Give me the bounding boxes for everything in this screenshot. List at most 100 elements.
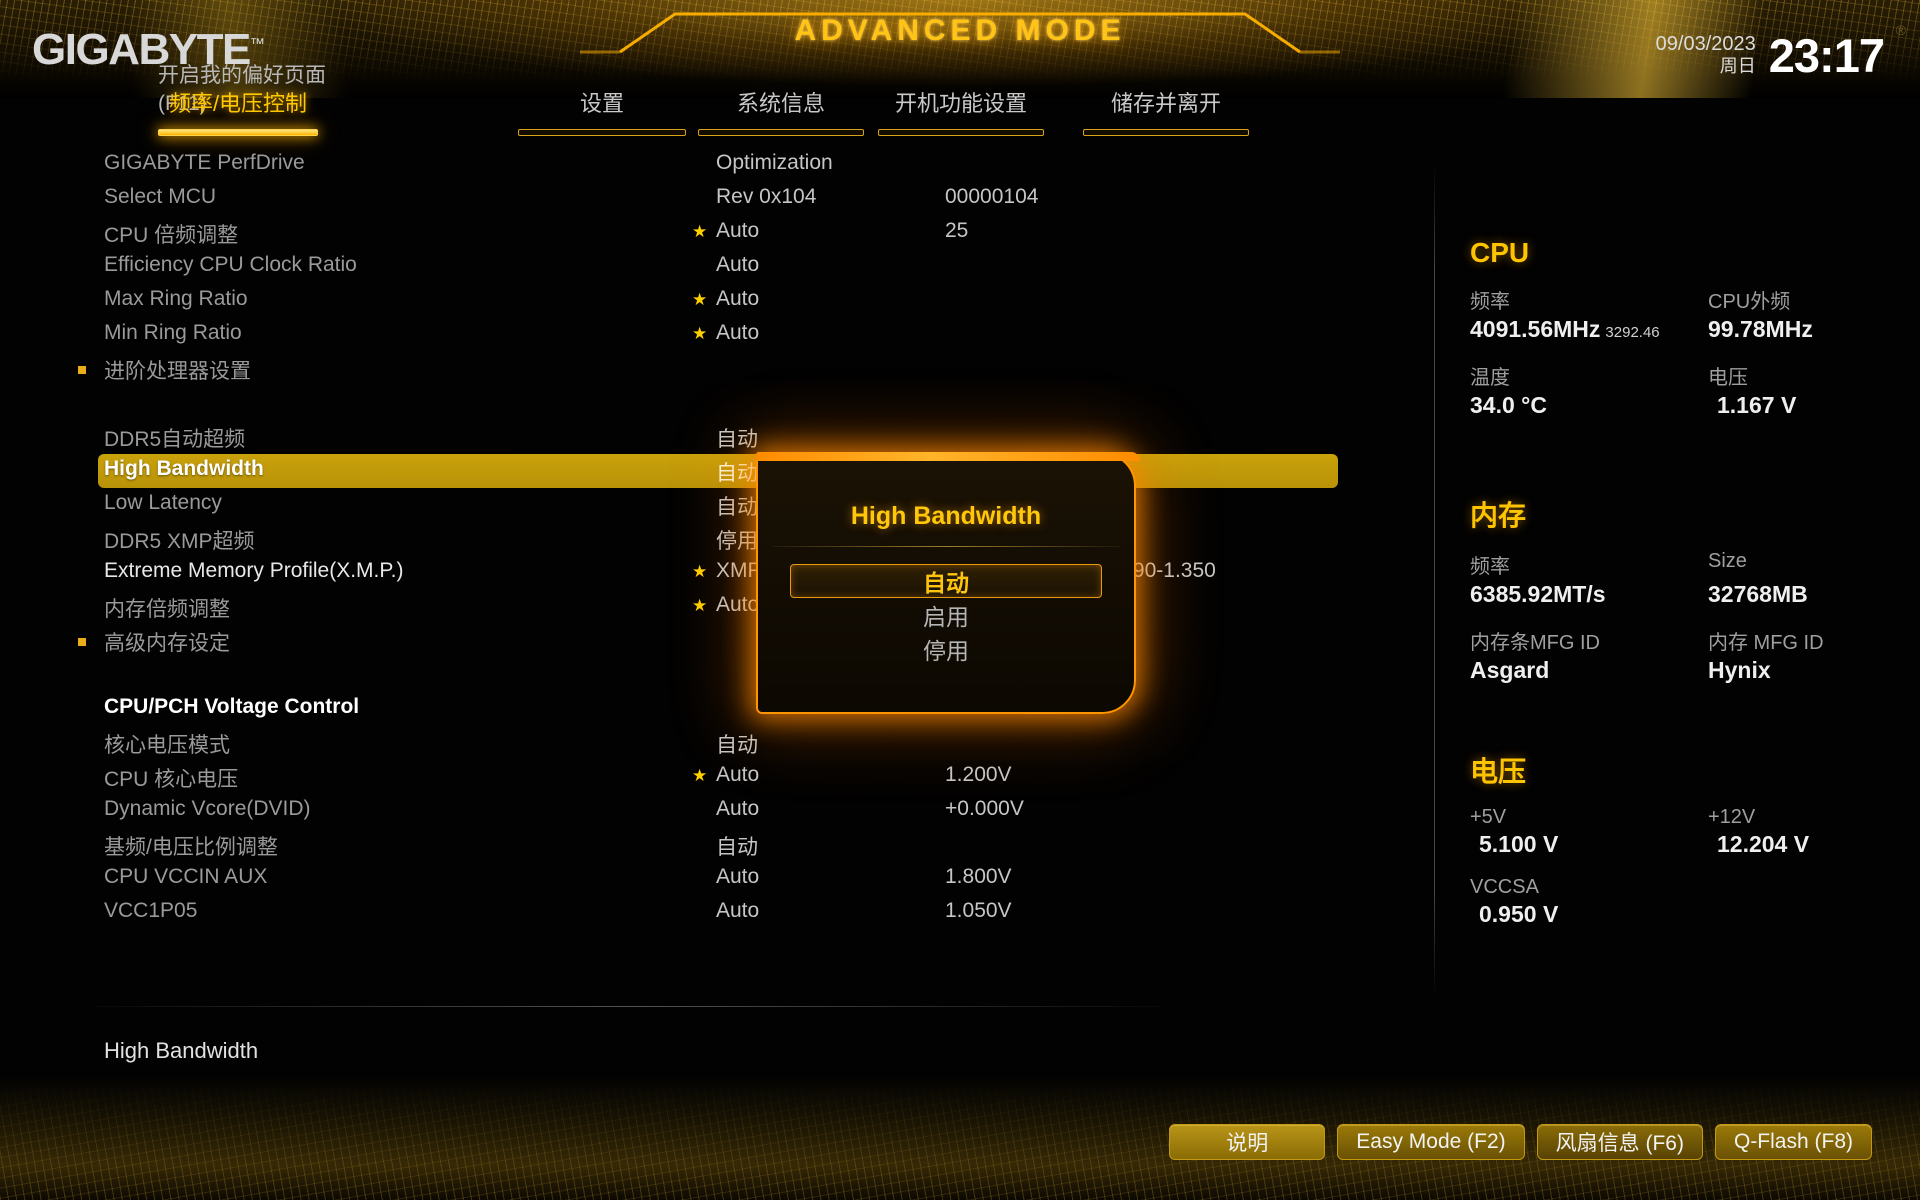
info-value: 32768MB	[1708, 581, 1808, 607]
settings-row-label: 基频/电压比例调整	[104, 836, 278, 859]
tab-label: 开机功能设置	[894, 91, 1027, 116]
tab-underline	[878, 129, 1044, 136]
settings-row-label: VCC1P05	[104, 899, 198, 922]
info-key: +12V	[1708, 806, 1756, 828]
settings-row[interactable]: 基频/电压比例调整 自动	[0, 828, 1180, 862]
tab-label: 储存并离开	[1110, 91, 1221, 116]
preference-underline-slot	[158, 86, 318, 136]
settings-row-value[interactable]: Optimization	[716, 151, 833, 175]
info-key: VCCSA	[1470, 876, 1539, 898]
settings-row-value[interactable]: 停用	[716, 525, 758, 555]
settings-row[interactable]: Select MCU Rev 0x104 00000104	[0, 182, 1180, 216]
settings-row[interactable]: CPU VCCIN AUX Auto 1.800V	[0, 862, 1180, 896]
settings-row-selected[interactable]: High Bandwidth 自动	[98, 454, 1338, 488]
settings-row-label: Efficiency CPU Clock Ratio	[104, 253, 357, 276]
info-value: 34.0 °C	[1470, 392, 1708, 429]
info-value-secondary: 3292.46	[1605, 324, 1660, 341]
settings-row[interactable]: Min Ring Ratio ★ Auto	[0, 318, 1180, 352]
settings-row-value[interactable]: 自动	[716, 491, 758, 521]
settings-row-value[interactable]: Auto	[716, 287, 759, 311]
page-title: ADVANCED MODE	[794, 14, 1126, 47]
dialog-option[interactable]: 停用	[790, 632, 1102, 666]
settings-row[interactable]: Dynamic Vcore(DVID) Auto +0.000V	[0, 794, 1180, 828]
settings-row-label: High Bandwidth	[104, 457, 264, 480]
settings-row-detail: +0.000V	[945, 797, 1024, 820]
tab-label: 系统信息	[736, 91, 825, 116]
info-key: Size	[1708, 550, 1747, 572]
settings-row-value[interactable]: 自动	[716, 831, 758, 861]
settings-row-label: GIGABYTE PerfDrive	[104, 151, 305, 174]
dialog-option[interactable]: 启用	[790, 598, 1102, 632]
settings-row-detail: 1.050V	[945, 899, 1012, 922]
settings-row-value[interactable]: Auto	[716, 865, 759, 889]
dialog-option[interactable]: 自动	[790, 564, 1102, 598]
info-panel-CPU: CPU 频率 CPU外频 4091.56MHz 3292.46 99.78MHz 温度 电压 3…	[1470, 237, 1920, 429]
settings-row-value[interactable]: Auto	[716, 219, 759, 243]
settings-row-label: Low Latency	[104, 491, 222, 514]
favorite-star-icon: ★	[692, 222, 708, 241]
settings-row-label: Select MCU	[104, 185, 217, 208]
info-panel-电压: 电压 +5V +12V 5.100 V 12.204 V VCCSA 0.950 V	[1470, 750, 1920, 938]
settings-row[interactable]: 核心电压模式 自动	[0, 726, 1180, 760]
settings-row-value[interactable]: Auto	[716, 763, 759, 787]
settings-row[interactable]: CPU 倍频调整 ★ Auto 25	[0, 216, 1180, 250]
favorite-star-icon: ★	[692, 562, 708, 581]
settings-row-value[interactable]: Auto	[716, 593, 759, 617]
info-value: 4091.56MHz 3292.46	[1470, 316, 1708, 353]
settings-row[interactable]: CPU 核心电压 ★ Auto 1.200V	[0, 760, 1180, 794]
info-key: 电压	[1708, 367, 1748, 389]
info-panel-title: CPU	[1470, 237, 1530, 268]
clock: 09/03/2023 周日 23:17	[1655, 32, 1885, 79]
info-value	[1708, 901, 1920, 938]
info-value: 6385.92MT/s	[1470, 581, 1708, 618]
function-button-0[interactable]: 说明	[1169, 1124, 1326, 1160]
settings-row-value[interactable]: Auto	[716, 253, 759, 277]
settings-row-value[interactable]: Rev 0x104	[716, 185, 816, 209]
registered-mark: ®	[1895, 22, 1906, 38]
clock-date: 09/03/2023	[1655, 33, 1756, 55]
bios-screen: GIGABYTE™ ADVANCED MODE ® 09/03/2023 周日 …	[0, 0, 1920, 1200]
panel-separator	[1434, 165, 1435, 995]
favorite-star-icon: ★	[692, 324, 708, 343]
settings-row[interactable]: VCC1P05 Auto 1.050V	[0, 896, 1180, 930]
info-key: 内存条MFG ID	[1470, 632, 1600, 654]
help-divider	[96, 1006, 1161, 1007]
dialog-option-list: 自动 启用 停用	[790, 564, 1102, 666]
info-panel-grid: 频率 Size 6385.92MT/s 32768MB 内存条MFG ID 内存 MFG …	[1470, 544, 1920, 694]
help-text: High Bandwidth	[104, 1038, 259, 1063]
high-bandwidth-dialog[interactable]: High Bandwidth 自动 启用 停用	[616, 370, 1140, 714]
settings-row[interactable]: GIGABYTE PerfDrive Optimization	[0, 148, 1180, 182]
settings-row-value[interactable]: Auto	[716, 797, 759, 821]
settings-row[interactable]: 进阶处理器设置	[0, 352, 1180, 386]
info-panel-grid: +5V +12V 5.100 V 12.204 V VCCSA 0.950 V	[1470, 800, 1920, 938]
info-value: 12.204 V	[1717, 831, 1810, 857]
nav-tabs: 频率/电压控制 设置 系统信息 开机功能设置 储存并离开	[158, 86, 1288, 136]
function-button-1[interactable]: Easy Mode (F2)	[1337, 1124, 1525, 1160]
info-panel-内存: 内存 频率 Size 6385.92MT/s 32768MB 内存条MFG ID 内存 MF…	[1470, 494, 1920, 694]
settings-row[interactable]: Max Ring Ratio ★ Auto	[0, 284, 1180, 318]
function-button-2[interactable]: 风扇信息 (F6)	[1536, 1124, 1703, 1160]
clock-weekday: 周日	[1719, 56, 1756, 76]
tab-4[interactable]: 储存并离开	[1083, 86, 1249, 136]
tab-underline	[698, 129, 864, 136]
function-button-3[interactable]: Q-Flash (F8)	[1714, 1124, 1872, 1160]
settings-row-value[interactable]: 自动	[716, 457, 758, 487]
settings-row-value[interactable]: 自动	[716, 423, 758, 453]
info-key: 频率	[1470, 556, 1510, 578]
settings-row-value[interactable]: Auto	[716, 321, 759, 345]
settings-row-label: CPU 倍频调整	[104, 224, 239, 247]
settings-row[interactable]: DDR5自动超频 自动	[0, 420, 1180, 454]
settings-row[interactable]: Efficiency CPU Clock Ratio Auto	[0, 250, 1180, 284]
info-value-text: 5.100 V	[1479, 831, 1559, 857]
settings-row-label: Min Ring Ratio	[104, 321, 242, 344]
info-value: 1.167 V	[1717, 392, 1797, 418]
settings-row-label: CPU/PCH Voltage Control	[104, 695, 360, 718]
dialog-top-accent	[756, 452, 1140, 461]
info-key	[1708, 870, 1920, 899]
favorite-star-icon: ★	[692, 596, 708, 615]
tab-3[interactable]: 开机功能设置	[878, 86, 1044, 136]
settings-row-value[interactable]: Auto	[716, 899, 759, 923]
tab-1[interactable]: 设置	[518, 86, 686, 136]
tab-2[interactable]: 系统信息	[698, 86, 864, 136]
settings-row-value[interactable]: 自动	[716, 729, 758, 759]
